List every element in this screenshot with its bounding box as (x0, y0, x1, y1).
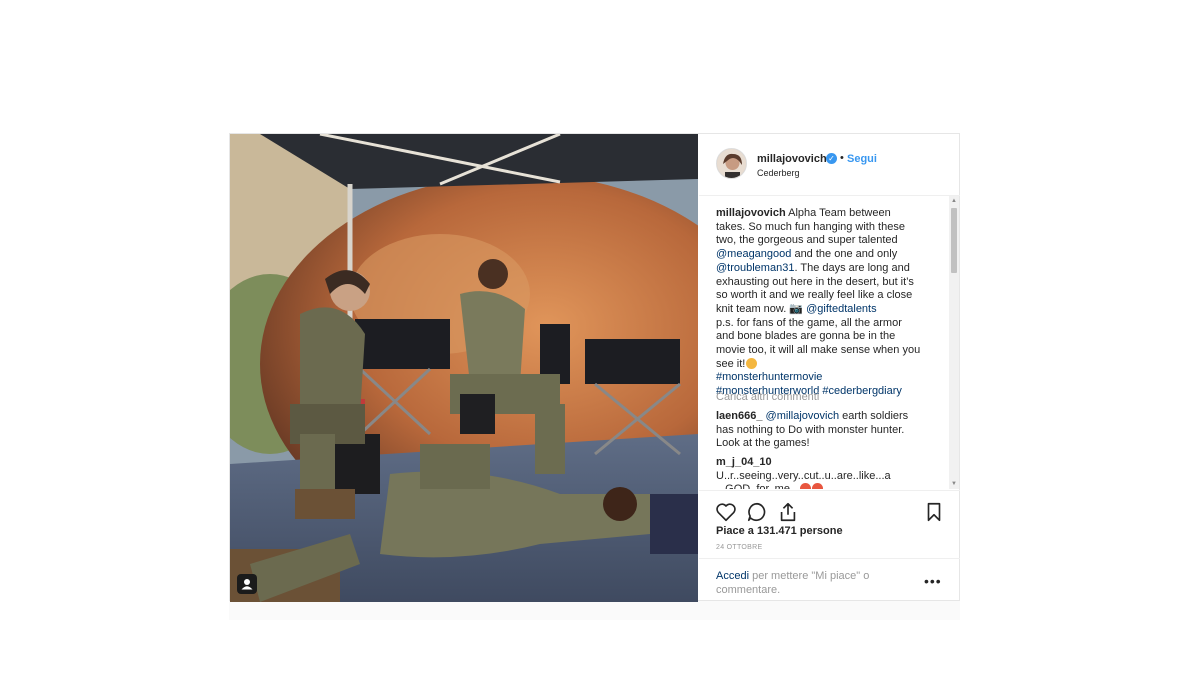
mention-link[interactable]: @meagangood (716, 248, 791, 260)
user-tag-icon[interactable] (237, 574, 257, 594)
page-bottom-strip (229, 601, 960, 620)
comment: laen666_ @millajovovich earth soldiers h… (716, 410, 926, 451)
post-photo[interactable] (230, 134, 698, 602)
follow-separator: • (840, 152, 844, 164)
speech-bubble-icon[interactable] (746, 501, 768, 523)
avatar[interactable] (716, 148, 747, 179)
post-photo-illustration (230, 134, 698, 602)
post-sidebar: millajovovich ✓ • Segui Cederberg millaj… (699, 134, 960, 600)
share-icon[interactable] (777, 501, 799, 523)
comment-username[interactable]: laen666_ (716, 410, 762, 422)
scroll-down-arrow-icon[interactable]: ▼ (949, 479, 959, 489)
hashtag-link[interactable]: #cederbergdiary (822, 385, 902, 397)
heart-eyes-emoji-icon (812, 483, 824, 489)
more-options-button[interactable]: ••• (924, 573, 942, 589)
caption: millajovovich Alpha Team between takes. … (716, 207, 922, 399)
smile-emoji-icon (746, 357, 758, 369)
location-link[interactable]: Cederberg (757, 168, 800, 178)
username-link[interactable]: millajovovich (757, 153, 827, 165)
comment-username[interactable]: m_j_04_10 (716, 456, 772, 468)
comment: m_j_04_10 U..r..seeing..very..cut..u..ar… (716, 456, 926, 489)
likes-count[interactable]: Piace a 131.471 persone (716, 525, 843, 537)
load-more-comments-button[interactable]: Carica altri commenti (716, 391, 819, 403)
hashtag-link[interactable]: #monsterhuntermovie (716, 371, 822, 383)
heart-outline-icon[interactable] (715, 501, 737, 523)
comments-scrollbar[interactable]: ▲ ▼ (949, 196, 959, 489)
comments-section: millajovovich Alpha Team between takes. … (699, 196, 960, 489)
post-date[interactable]: 24 OTTOBRE (716, 544, 762, 551)
scroll-up-arrow-icon[interactable]: ▲ (949, 196, 959, 206)
post-header: millajovovich ✓ • Segui Cederberg (699, 134, 960, 196)
login-link[interactable]: Accedi (716, 570, 749, 582)
bookmark-icon[interactable] (923, 501, 945, 523)
scroll-thumb[interactable] (951, 208, 957, 273)
mention-link[interactable]: @troubleman31 (716, 262, 794, 274)
login-prompt: Accedi per mettere "Mi piace" o commenta… (699, 558, 960, 601)
follow-button[interactable]: Segui (847, 153, 877, 165)
mention-link[interactable]: @millajovovich (766, 410, 840, 422)
login-prompt-text: Accedi per mettere "Mi piace" o commenta… (716, 569, 886, 597)
verified-badge-icon: ✓ (826, 153, 837, 164)
heart-eyes-emoji-icon (800, 483, 812, 489)
caption-username[interactable]: millajovovich (716, 207, 786, 219)
instagram-post: millajovovich ✓ • Segui Cederberg millaj… (229, 133, 960, 602)
caption-text-2: and the one and only (791, 248, 898, 261)
mention-link[interactable]: @giftedtalents (806, 303, 877, 315)
